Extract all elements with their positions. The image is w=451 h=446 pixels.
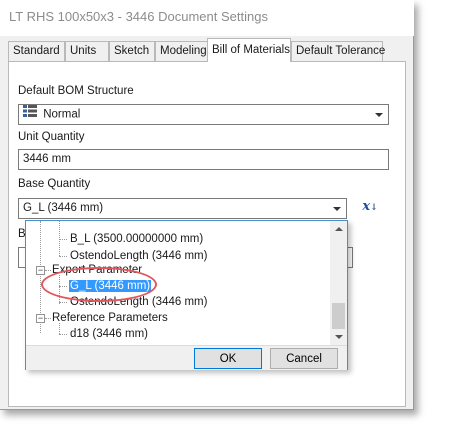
tree-guide — [59, 275, 60, 304]
title-bar: LT RHS 100x50x3 - 3446 Document Settings — [0, 0, 414, 36]
tree-group-label: Reference Parameters — [52, 312, 168, 324]
base-quantity-value: G_L (3446 mm) — [23, 202, 104, 214]
bom-structure-value: Normal — [43, 108, 81, 121]
tree-group-reference-parameters[interactable]: Reference Parameters — [52, 310, 168, 326]
scroll-down-icon[interactable] — [330, 329, 347, 345]
tab-default-tolerance[interactable]: Default Tolerance — [291, 41, 385, 61]
tree-item[interactable]: OstendoLength (3446 mm) — [70, 294, 207, 310]
tree-item-label: OstendoLength (3446 mm) — [70, 296, 208, 308]
tab-strip: Standard Units Sketch Modeling Bill of M… — [8, 38, 408, 62]
tab-bill-of-materials[interactable]: Bill of Materials — [207, 38, 291, 62]
dropdown-footer: OK Cancel — [26, 345, 347, 370]
tree-group-export-parameter[interactable]: Export Parameter — [52, 262, 142, 278]
base-quantity-select[interactable]: G_L (3446 mm) — [18, 198, 347, 219]
bom-structure-icon — [23, 105, 37, 124]
tree-guide — [45, 270, 51, 271]
tree-item-selected[interactable]: G_L (3446 mm) — [69, 278, 152, 294]
ok-button[interactable]: OK — [194, 348, 262, 369]
window-title: LT RHS 100x50x3 - 3446 Document Settings — [9, 9, 268, 24]
tree-item-label: OstendoLength (3446 mm) — [70, 250, 208, 262]
scrollbar-thumb[interactable] — [332, 303, 345, 329]
document-settings-dialog: LT RHS 100x50x3 - 3446 Document Settings… — [0, 0, 414, 410]
unit-quantity-label: Unit Quantity — [18, 131, 85, 143]
chevron-down-icon[interactable] — [370, 105, 388, 124]
cancel-button[interactable]: Cancel — [270, 348, 338, 369]
base-quantity-label: Base Quantity — [18, 178, 91, 190]
fx-parameter-glyph: x — [362, 199, 371, 214]
tab-units[interactable]: Units — [65, 41, 109, 61]
parameter-tree: B_L (3500.00000000 mm) OstendoLength (34… — [26, 221, 327, 345]
tree-item[interactable]: d18 (3446 mm) — [70, 326, 148, 342]
chevron-down-icon[interactable] — [328, 199, 346, 218]
tree-guide — [59, 256, 67, 257]
tree-group-label: Export Parameter — [52, 264, 143, 276]
tree-expand-icon[interactable]: − — [36, 266, 45, 275]
tree-guide — [59, 239, 67, 240]
scroll-up-icon[interactable] — [330, 221, 347, 237]
tree-guide — [45, 318, 51, 319]
tree-guide — [59, 302, 67, 303]
tree-guide — [59, 286, 67, 287]
tree-item[interactable]: B_L (3500.00000000 mm) — [70, 231, 203, 247]
tree-item-label: d18 (3446 mm) — [70, 328, 148, 340]
tree-item-label: G_L (3446 mm) — [69, 280, 152, 292]
tab-modeling[interactable]: Modeling — [155, 41, 209, 61]
tree-item-label: B_L (3500.00000000 mm) — [70, 233, 204, 245]
default-bom-structure-label: Default BOM Structure — [18, 85, 134, 97]
bom-structure-select[interactable]: Normal — [18, 104, 389, 125]
tree-expand-icon[interactable]: − — [36, 314, 45, 323]
tab-sketch[interactable]: Sketch — [109, 41, 155, 61]
tree-guide — [59, 323, 60, 334]
fx-parameter-icon[interactable]: x↓ — [358, 197, 382, 219]
tab-standard[interactable]: Standard — [8, 41, 65, 61]
unit-quantity-field[interactable]: 3446 mm — [18, 149, 389, 170]
tree-scrollbar[interactable] — [330, 221, 347, 345]
base-quantity-dropdown: B_L (3500.00000000 mm) OstendoLength (34… — [25, 220, 348, 370]
tree-guide — [59, 334, 67, 335]
